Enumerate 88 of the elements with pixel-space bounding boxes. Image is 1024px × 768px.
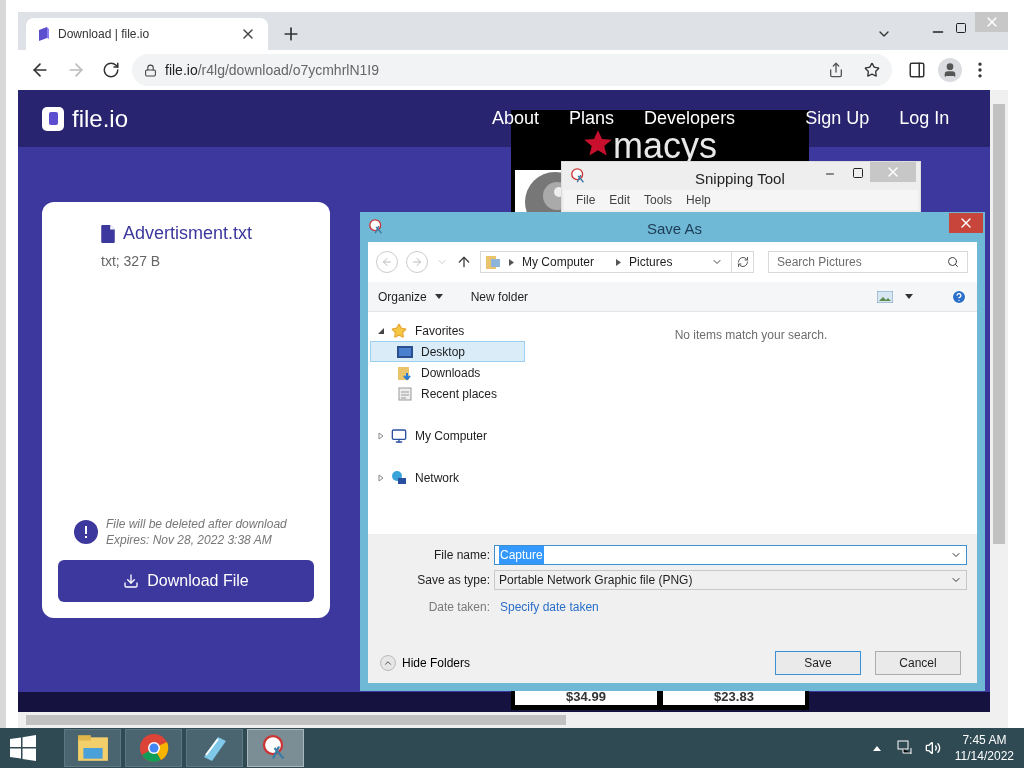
dropdown-arrow-icon[interactable] [905,294,913,299]
file-io-logo-icon [42,106,64,131]
volume-icon[interactable] [924,740,941,756]
breadcrumb-item[interactable]: My Computer [522,253,595,271]
address-bar[interactable]: file.io/r4lg/download/o7ycmhrlN1I9 [132,54,892,86]
view-icon[interactable] [877,290,893,303]
menu-item[interactable]: File [576,191,596,209]
nav-link[interactable]: Plans [569,108,615,128]
tree-item[interactable]: Favorites [370,320,525,341]
file-meta: txt; 327 B [101,252,161,271]
folder-icon [76,733,109,763]
window-title: Snipping Tool [695,169,785,189]
chevron-right-icon [616,258,622,266]
lock-icon [144,63,157,77]
field-label: Date taken: [427,599,490,616]
globe-computer-icon [391,469,407,486]
download-button[interactable]: Download File [58,560,314,602]
clock[interactable]: 7:45 AM 11/14/2022 [954,732,1014,764]
taskbar-button[interactable] [247,729,304,767]
toolbar-item[interactable]: Organize [378,287,443,306]
chrome-icon [138,733,169,763]
tree-item[interactable]: Network [370,467,525,488]
windows-logo-icon[interactable] [10,735,36,761]
taskbar-button[interactable] [125,729,182,767]
nav-link[interactable]: About [492,108,540,128]
tree-item[interactable]: Desktop [370,341,525,362]
file-name: Advertisment.txt [123,222,253,245]
file-type-dropdown[interactable]: Portable Network Graphic file (PNG) [494,570,967,590]
back-arrow-icon [381,256,393,268]
toolbar-item[interactable]: New folder [470,287,529,306]
alert-icon [74,520,98,544]
cancel-button[interactable]: Cancel [875,651,961,675]
tree-item[interactable]: My Computer [370,425,525,446]
menu-item[interactable]: Edit [609,191,631,209]
file-io-logo-icon [38,27,50,41]
up-icon[interactable] [456,254,472,270]
breadcrumb-item[interactable]: Pictures [629,253,673,271]
tree-item[interactable]: Downloads [370,362,525,383]
taskbar-button[interactable] [64,729,121,767]
document-icon [397,385,413,402]
profile-avatar[interactable] [938,58,962,82]
chevron-right-icon [509,258,514,266]
reload-icon[interactable] [102,61,120,79]
browser-tab[interactable]: Download | file.io [26,18,268,50]
caret-icon [434,294,443,299]
share-icon[interactable] [828,62,844,78]
forward-arrow-icon [411,256,423,268]
expand-arrow-icon[interactable] [377,326,387,335]
field-label: File name: [432,547,490,564]
notice-text: Expires: Nov 28, 2022 3:38 AM [106,532,273,548]
nav-link[interactable]: Developers [644,108,736,128]
network-icon[interactable] [896,740,913,756]
file-icon [101,224,115,243]
help-icon[interactable] [951,288,967,305]
bookmark-star-icon[interactable] [864,62,880,78]
search-icon [947,256,959,268]
field-label: Save as type: [416,572,490,589]
save-button[interactable]: Save [775,651,861,675]
taskbar-button[interactable] [186,729,243,767]
nav-link[interactable]: Log In [899,108,950,128]
horizontal-scrollbar[interactable] [18,712,1008,728]
vertical-scrollbar[interactable] [990,90,1008,712]
nav-link[interactable]: Sign Up [805,108,870,128]
side-panel-icon[interactable] [908,61,926,79]
hide-folders-button[interactable]: Hide Folders [380,654,471,672]
address-box[interactable]: My Computer Pictures [480,251,754,273]
empty-message: No items match your search. [674,327,828,344]
monitor-icon [397,344,413,359]
star-icon [391,322,407,339]
site-logo[interactable]: file.io [72,100,129,137]
show-hidden-icons-icon[interactable] [872,745,881,751]
date-taken-link[interactable]: Specify date taken [500,598,599,616]
pictures-folder-icon [485,254,501,270]
folder-icon [397,364,413,381]
notice-text: File will be deleted after download [106,516,287,532]
search-field[interactable]: Search Pictures [768,251,968,273]
shop-logo: macys [613,131,717,163]
maximize-icon[interactable] [852,167,864,179]
collapse-icon [380,655,396,671]
dialog-title: Save As [647,219,703,239]
download-icon [123,573,140,589]
maximize-icon[interactable] [955,22,967,34]
computer-icon [391,427,407,444]
close-button[interactable] [949,213,983,233]
menu-item[interactable]: Help [686,191,711,209]
tree-item[interactable]: Recent places [370,383,525,404]
refresh-icon [736,256,749,268]
menu-item[interactable]: Tools [644,191,673,209]
